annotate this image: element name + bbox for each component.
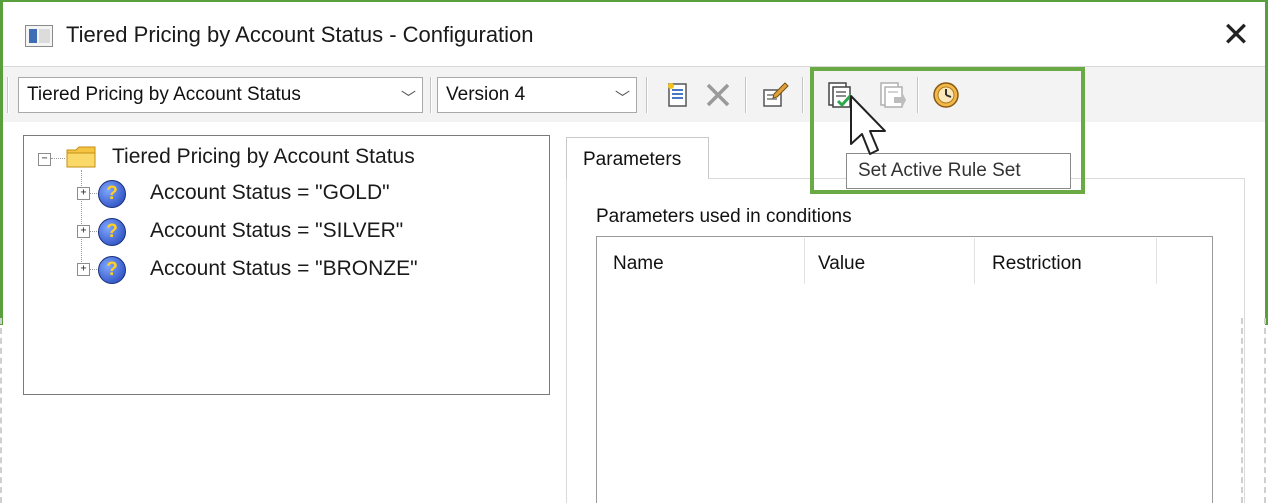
torn-edge <box>1241 318 1243 503</box>
toolbar-grip <box>7 77 9 113</box>
expand-icon[interactable]: + <box>77 263 90 276</box>
chevron-down-icon: ﹀ <box>614 90 630 107</box>
tree-node-gold[interactable]: Account Status = "GOLD" <box>150 181 390 205</box>
window-title: Tiered Pricing by Account Status - Confi… <box>66 22 534 47</box>
version-select[interactable]: Version 4 ﹀ <box>437 77 637 113</box>
ruleset-select[interactable]: Tiered Pricing by Account Status ﹀ <box>18 77 423 113</box>
tree-root-label[interactable]: Tiered Pricing by Account Status <box>112 145 415 169</box>
column-header-value[interactable]: Value <box>818 253 865 275</box>
torn-edge <box>1264 318 1266 503</box>
column-header-name[interactable]: Name <box>613 253 664 275</box>
toolbar-separator <box>802 77 804 113</box>
column-separator <box>974 238 975 284</box>
app-icon <box>25 25 53 47</box>
configuration-window: Tiered Pricing by Account Status - Confi… <box>0 0 1268 503</box>
column-header-restriction[interactable]: Restriction <box>992 253 1082 275</box>
parameters-caption: Parameters used in conditions <box>596 206 852 227</box>
question-icon: ? <box>98 180 126 208</box>
expand-icon[interactable]: + <box>77 225 90 238</box>
new-rule-icon[interactable] <box>663 80 693 110</box>
tab-parameters[interactable]: Parameters <box>566 137 709 179</box>
expand-icon[interactable]: + <box>77 187 90 200</box>
close-icon[interactable]: ✕ <box>1218 18 1254 52</box>
column-separator <box>1156 238 1157 284</box>
toolbar-separator <box>430 77 432 113</box>
question-icon: ? <box>98 218 126 246</box>
tree-connector <box>51 158 65 159</box>
ruleset-select-value: Tiered Pricing by Account Status <box>27 84 301 105</box>
chevron-down-icon: ﹀ <box>400 90 416 107</box>
toolbar-separator <box>646 77 648 113</box>
rule-tree-panel: − Tiered Pricing by Account Status + ? A… <box>23 135 550 395</box>
tree-node-bronze[interactable]: Account Status = "BRONZE" <box>150 257 418 281</box>
question-icon: ? <box>98 256 126 284</box>
version-select-value: Version 4 <box>446 84 526 105</box>
edit-rule-icon[interactable] <box>760 80 790 110</box>
tree-node-silver[interactable]: Account Status = "SILVER" <box>150 219 403 243</box>
folder-icon <box>66 146 96 168</box>
mouse-cursor-icon <box>843 94 893 164</box>
tree-connector <box>81 170 82 270</box>
tab-parameters-label: Parameters <box>583 149 682 170</box>
collapse-icon[interactable]: − <box>38 153 51 166</box>
delete-icon[interactable] <box>703 80 733 110</box>
torn-edge <box>0 318 2 503</box>
column-separator <box>804 238 805 284</box>
toolbar-separator <box>745 77 747 113</box>
parameters-list[interactable] <box>596 236 1213 503</box>
